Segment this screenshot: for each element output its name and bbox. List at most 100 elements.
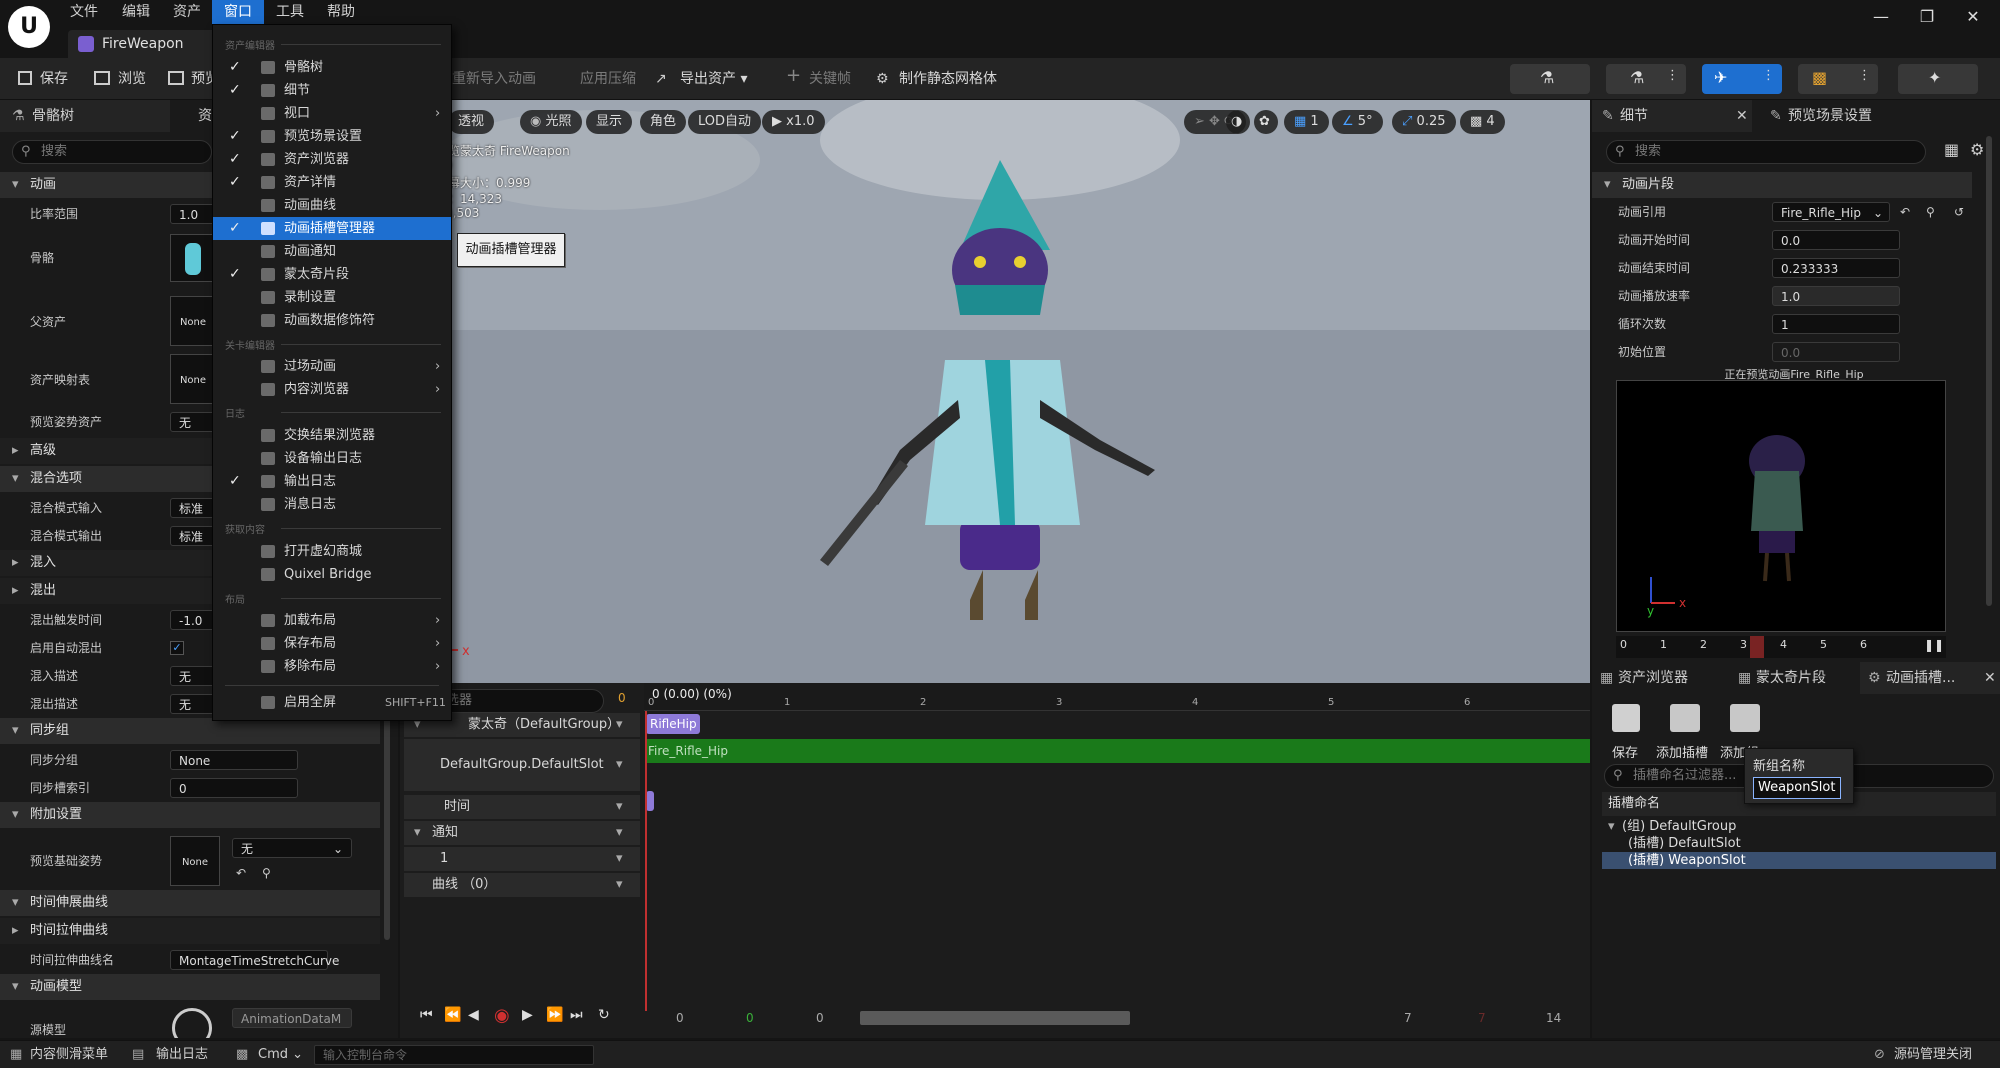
asset-mapping-thumbnail[interactable]: None [170, 354, 216, 404]
content-drawer-button[interactable]: 内容侧滑菜单 [30, 1045, 108, 1065]
blend-in-desc-field[interactable]: 无 [170, 666, 216, 686]
camera-speed-button[interactable]: ▩ 4 [1460, 110, 1505, 134]
menu-item-save-layout[interactable]: 保存布局 › [213, 632, 451, 655]
section-time-stretch[interactable]: ▾ 时间伸展曲线 [0, 890, 380, 916]
preview-pose-field[interactable]: 无 [170, 412, 216, 432]
timeline-ruler[interactable]: 0 (0.00) (0%) 0 1 2 3 4 5 6 [644, 683, 1590, 711]
menu-item-output-log[interactable]: ✓ 输出日志 [213, 470, 451, 493]
output-log-button[interactable]: 输出日志 [156, 1045, 208, 1065]
loop-icon[interactable]: ↻ [598, 1007, 610, 1023]
go-to-start-icon[interactable]: ⏮ [420, 1007, 433, 1023]
tab-montage-sections[interactable]: ▦ 蒙太奇片段 [1730, 662, 1860, 694]
menu-item-asset-details[interactable]: ✓ 资产详情 [213, 171, 451, 194]
physics-mode-button[interactable]: ✦ [1898, 64, 1978, 94]
preview-playhead[interactable] [1750, 636, 1764, 658]
new-group-name-input[interactable]: WeaponSlot [1753, 777, 1841, 799]
browse-asset-icon[interactable]: ⚲ [1926, 198, 1935, 226]
tree-slot-default[interactable]: (插槽) DefaultSlot [1602, 835, 1996, 852]
play-icon[interactable]: ▶ [522, 1007, 533, 1023]
keyframe-button[interactable]: 关键帧 [809, 68, 851, 90]
montage-section-marker[interactable]: RifleHip [646, 714, 700, 734]
skeleton-thumbnail[interactable] [170, 234, 216, 282]
tab-slot-manager[interactable]: ⚙ 动画插槽... ✕ [1860, 662, 2000, 694]
menu-item-preview-scene[interactable]: ✓ 预览场景设置 [213, 125, 451, 148]
menu-window[interactable]: 窗口 [212, 0, 264, 24]
record-icon[interactable]: ◉ [494, 1005, 510, 1026]
menu-item-fullscreen[interactable]: 启用全屏 SHIFT+F11 [213, 691, 451, 714]
menu-item-device-output-log[interactable]: 设备输出日志 [213, 447, 451, 470]
left-search-input[interactable]: ⚲ 搜索 [12, 140, 212, 164]
details-scrollbar[interactable] [1986, 136, 1992, 606]
play-speed-button[interactable]: ▶ x1.0 [762, 110, 825, 134]
menu-item-marketplace[interactable]: 打开虚幻商城 [213, 540, 451, 563]
save-button[interactable]: 保存 [40, 68, 68, 90]
start-time-field[interactable]: 0.0 [1772, 230, 1900, 250]
lighting-button[interactable]: ◉ 光照 [520, 110, 582, 134]
reimport-button[interactable]: 重新导入动画 [452, 68, 536, 90]
loop-count-field[interactable]: 1 [1772, 314, 1900, 334]
menu-item-anim-curves[interactable]: 动画曲线 [213, 194, 451, 217]
tab-asset-browser[interactable]: ▦ 资产浏览器 [1592, 662, 1722, 694]
menu-asset[interactable]: 资产 [161, 0, 213, 24]
tab-preview-scene[interactable]: ✎ 预览场景设置 [1760, 100, 1930, 132]
menu-item-cinematics[interactable]: 过场动画 › [213, 355, 451, 378]
timeline-scrollbar[interactable] [860, 1011, 1130, 1025]
console-command-input[interactable]: 输入控制台命令 [314, 1045, 594, 1065]
document-tab[interactable]: FireWeapon [68, 30, 218, 58]
blend-trigger-field[interactable]: -1.0 [170, 610, 216, 630]
menu-item-slot-manager[interactable]: ✓ 动画插槽管理器 [213, 217, 451, 240]
menu-item-anim-data-modifiers[interactable]: 动画数据修饰符 [213, 309, 451, 332]
menu-item-remove-layout[interactable]: 移除布局 › [213, 655, 451, 678]
minimize-icon[interactable]: — [1858, 0, 1904, 34]
close-icon[interactable]: ✕ [1950, 0, 1996, 34]
apply-compression-button[interactable]: 应用压缩 [580, 68, 636, 90]
lod-button[interactable]: LOD自动 [688, 110, 762, 134]
use-selected-icon[interactable]: ↶ [236, 864, 246, 882]
mesh-mode-button[interactable]: ⚗ ⋮ [1606, 64, 1686, 94]
export-asset-button[interactable]: 导出资产 ▾ [680, 68, 747, 90]
pause-icon[interactable]: ❚❚ [1924, 638, 1944, 652]
settings-gear-icon[interactable]: ⚙ [1970, 140, 1984, 159]
track-options-icon[interactable]: ▾ [616, 713, 623, 737]
track-options-icon[interactable]: ▾ [616, 795, 623, 819]
use-selected-icon[interactable]: ↶ [1900, 198, 1910, 226]
menu-item-details[interactable]: ✓ 细节 [213, 79, 451, 102]
menu-edit[interactable]: 编辑 [110, 0, 162, 24]
viewport[interactable]: x 透视 ◉ 光照 显示 角色 LOD自动 ▶ x1.0 ➢ ✥ ⟳ ◑ ✿ ▦… [400, 100, 1590, 683]
preview-timeline[interactable]: 0 1 2 3 4 5 6 ❚❚ [1616, 636, 1946, 658]
browse-asset-icon[interactable]: ⚲ [262, 864, 271, 882]
source-control-status[interactable]: 源码管理关闭 [1894, 1045, 1972, 1065]
grid-snap-button[interactable]: ▦ 1 [1284, 110, 1329, 134]
initial-position-field[interactable]: 0.0 [1772, 342, 1900, 362]
anim-preview-viewport[interactable]: x y [1616, 380, 1946, 632]
slot-save-button[interactable]: 保存 [1606, 700, 1646, 761]
step-back-icon[interactable]: ⏪ [444, 1007, 461, 1023]
section-anim-model[interactable]: ▾ 动画模型 [0, 974, 380, 1000]
blend-mode-in-dropdown[interactable]: 标准 [170, 498, 216, 518]
animation-mode-button[interactable]: ✈ ⋮ [1702, 64, 1782, 94]
blend-out-desc-field[interactable]: 无 [170, 694, 216, 714]
sync-slot-index-field[interactable]: 0 [170, 778, 298, 798]
menu-item-quixel-bridge[interactable]: Quixel Bridge [213, 563, 451, 586]
browse-button[interactable]: 浏览 [118, 68, 146, 90]
menu-item-load-layout[interactable]: 加载布局 › [213, 609, 451, 632]
step-forward-icon[interactable]: ⏩ [546, 1007, 563, 1023]
section-anim-segment[interactable]: ▾ 动画片段 [1592, 172, 1972, 198]
play-reverse-icon[interactable]: ◀ [468, 1007, 479, 1023]
skeleton-mode-button[interactable]: ⚗ [1510, 64, 1590, 94]
world-local-icon[interactable]: ◑ [1226, 110, 1250, 134]
notify-track-header[interactable]: ▾ 通知 ▾ [404, 821, 640, 845]
tree-slot-weapon[interactable]: (插槽) WeaponSlot [1602, 852, 1996, 869]
menu-item-record-settings[interactable]: 录制设置 [213, 286, 451, 309]
anim-model-dropdown[interactable]: AnimationDataM ⌄ [232, 1008, 352, 1038]
end-time-field[interactable]: 0.233333 [1772, 258, 1900, 278]
track-options-icon[interactable]: ▾ [616, 739, 623, 791]
anim-ref-dropdown[interactable]: Fire_Rifle_Hip ⌄ [1772, 202, 1890, 222]
details-search-input[interactable]: ⚲ 搜索 [1606, 140, 1926, 164]
reset-icon[interactable]: ↺ [1954, 198, 1964, 226]
slot-track-header[interactable]: DefaultGroup.DefaultSlot ▾ [404, 739, 640, 791]
menu-item-montage-sections[interactable]: ✓ 蒙太奇片段 [213, 263, 451, 286]
play-rate-field[interactable]: 1.0 [1772, 286, 1900, 306]
menu-item-interchange-browser[interactable]: 交换结果浏览器 [213, 424, 451, 447]
section-time-stretch-curve[interactable]: ▸ 时间拉伸曲线 [0, 918, 380, 944]
